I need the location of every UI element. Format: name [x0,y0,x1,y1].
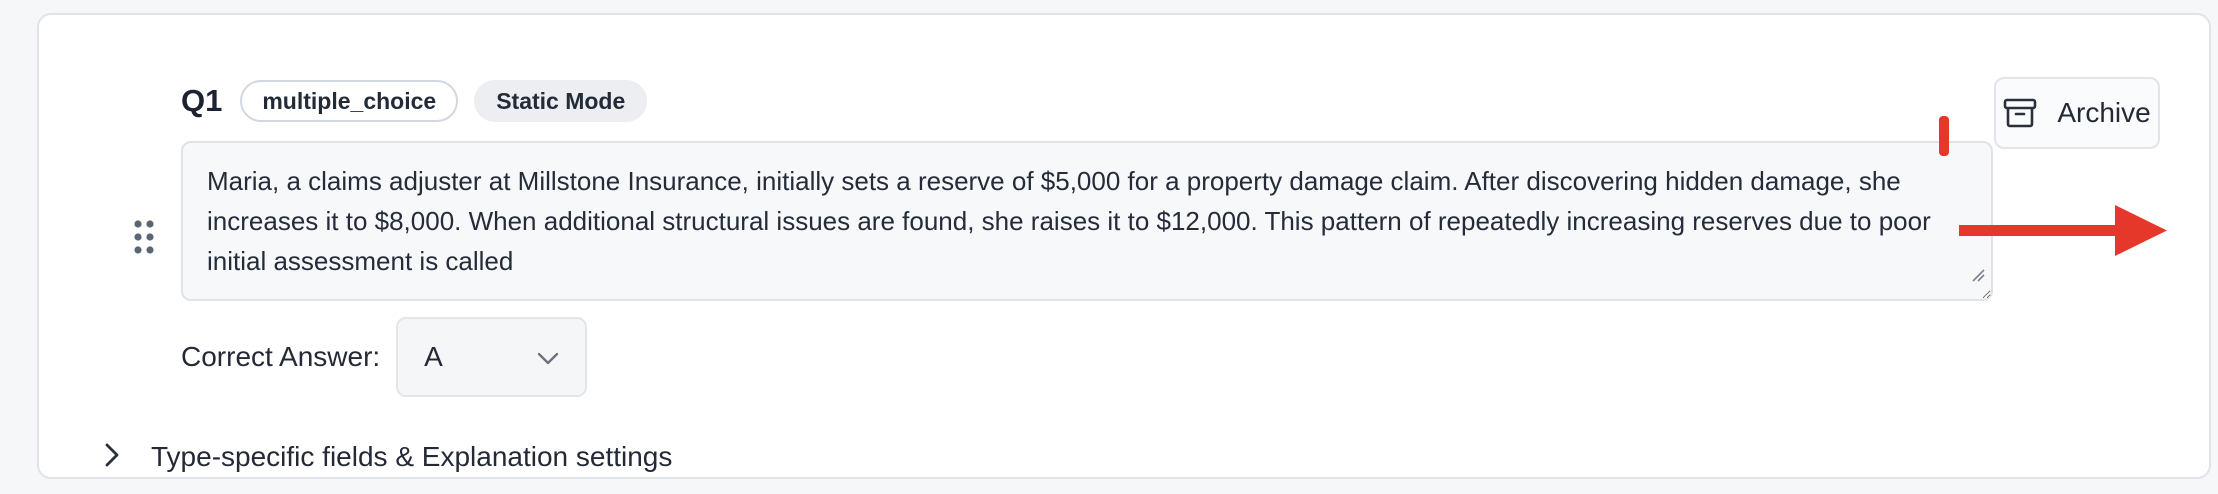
question-card: Q1 multiple_choice Static Mode Archive M… [37,13,2211,479]
question-header: Q1 multiple_choice Static Mode [181,79,648,123]
question-number: Q1 [181,83,223,118]
correct-answer-label: Correct Answer: [181,341,381,372]
type-specific-settings-toggle[interactable]: Type-specific fields & Explanation setti… [105,433,672,481]
mode-badge: Static Mode [474,80,648,122]
question-text-input[interactable]: Maria, a claims adjuster at Millstone In… [181,141,1993,301]
correct-answer-row: Correct Answer: A [181,317,588,397]
correct-answer-select[interactable]: A [396,317,588,397]
chevron-down-icon [537,341,559,373]
annotation-arrow-icon [1959,203,2169,262]
question-type-badge: multiple_choice [240,80,459,122]
question-text: Maria, a claims adjuster at Millstone In… [207,166,1931,276]
chevron-right-icon [105,443,119,472]
drag-handle-icon[interactable] [133,219,155,255]
correct-answer-value: A [424,341,443,372]
annotation-mark [1939,116,1949,156]
archive-button[interactable]: Archive [1994,77,2160,149]
archive-button-label: Archive [2057,97,2151,128]
archive-icon [2003,98,2037,128]
settings-expander-label: Type-specific fields & Explanation setti… [151,441,673,472]
